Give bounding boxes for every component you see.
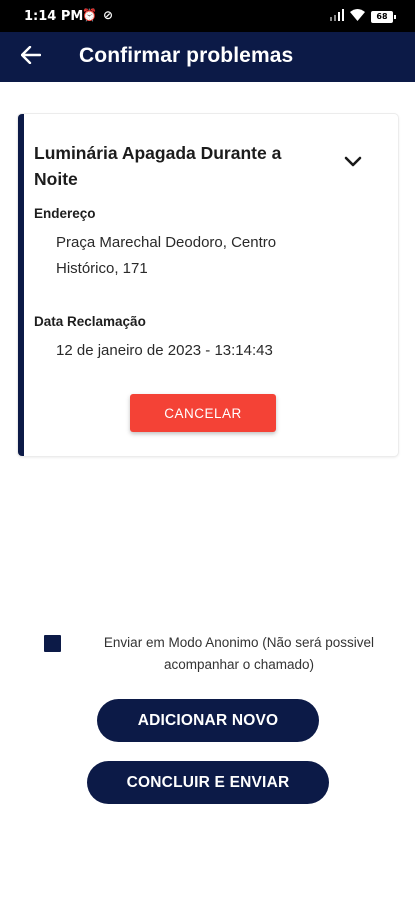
problem-title: Luminária Apagada Durante a Noite	[34, 143, 282, 189]
app-header: Confirmar problemas	[0, 32, 415, 82]
back-button[interactable]	[14, 41, 48, 73]
chevron-down-icon	[344, 155, 362, 173]
date-label: Data Reclamação	[34, 314, 146, 329]
address-line-2: Histórico, 171	[56, 260, 148, 277]
alarm-icon: ⏰	[82, 8, 97, 22]
battery-icon: 68	[371, 11, 396, 23]
anonymous-label: Enviar em Modo Anonimo (Não será possive…	[79, 632, 399, 676]
wifi-icon	[350, 9, 365, 25]
anonymous-checkbox[interactable]	[44, 635, 61, 652]
status-bar: 1:14 PM ⏰ ⊘ 68	[0, 0, 415, 32]
submit-button[interactable]: CONCLUIR E ENVIAR	[87, 761, 329, 804]
address-label: Endereço	[34, 206, 96, 221]
problem-card: Luminária Apagada Durante a Noite Endere…	[18, 114, 398, 456]
add-new-button[interactable]: ADICIONAR NOVO	[97, 699, 319, 742]
address-line-1: Praça Marechal Deodoro, Centro	[56, 234, 277, 251]
date-value: 12 de janeiro de 2023 - 13:14:43	[56, 342, 273, 359]
status-time: 1:14 PM	[24, 9, 84, 24]
no-entry-icon: ⊘	[102, 8, 114, 22]
cancel-button[interactable]: CANCELAR	[130, 394, 276, 432]
anonymous-label-line-2: acompanhar o chamado)	[163, 657, 315, 672]
expand-button[interactable]	[338, 150, 368, 178]
arrow-left-icon	[20, 45, 42, 69]
anonymous-label-line-1: Enviar em Modo Anonimo (Não será possive…	[103, 635, 375, 650]
card-accent-bar	[18, 114, 24, 456]
page-title: Confirmar problemas	[79, 44, 294, 67]
signal-icon	[330, 9, 344, 25]
